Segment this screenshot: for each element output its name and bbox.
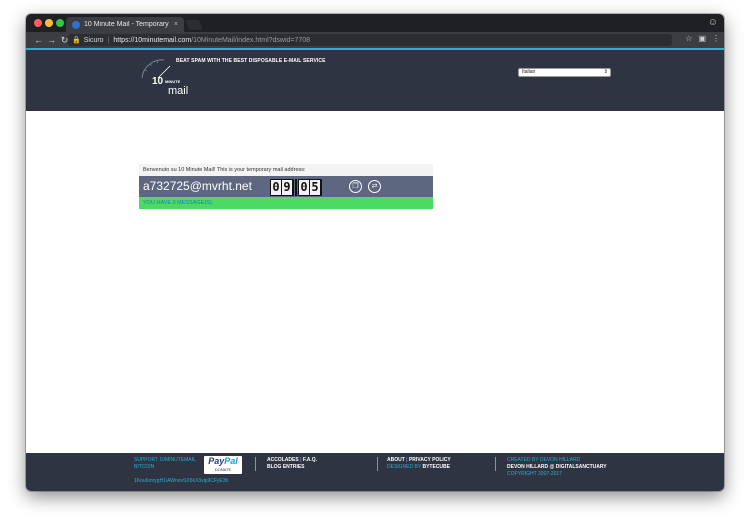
logo-10: 10	[152, 76, 164, 87]
mailbox-panel: Benvenuto su 10 Minute Mail! This is you…	[139, 164, 433, 209]
email-address[interactable]: a732725@mvrht.net	[143, 179, 252, 193]
url-path: /10MinuteMail/index.html?dswid=7708	[191, 36, 311, 44]
maximize-window-button[interactable]	[56, 19, 64, 27]
logo-minute: MINUTE	[165, 79, 181, 84]
footer-support: SUPPORT 10MINUTEMAIL BITCOIN	[134, 457, 196, 471]
browser-tab[interactable]: 10 Minute Mail - Temporary E- ×	[66, 17, 184, 32]
timer-digit: 9	[282, 180, 292, 195]
kebab-menu-icon[interactable]: ⋮	[712, 34, 720, 43]
privacy-policy-link[interactable]: PRIVACY POLICY	[409, 457, 451, 463]
title-bar: 10 Minute Mail - Temporary E- × ☺	[26, 14, 724, 32]
language-select[interactable]: Italian ⇕	[518, 68, 611, 77]
select-arrows-icon: ⇕	[603, 69, 608, 75]
footer-credits: CREATED BY DEVON HILLARD DEVON HILLARD @…	[507, 457, 607, 477]
footer-divider	[255, 457, 256, 471]
created-by-text: CREATED BY DEVON HILLARD	[507, 457, 581, 463]
url-separator: |	[107, 36, 110, 44]
footer-divider	[377, 457, 378, 471]
welcome-text: Benvenuto su 10 Minute Mail! This is you…	[139, 164, 433, 176]
extension-icon[interactable]: ▣	[698, 34, 706, 43]
paypal-donate-button[interactable]: PayPal DONATE	[204, 456, 242, 474]
footer-links-2: ABOUT | PRIVACY POLICY DESIGNED BY BYTEC…	[387, 457, 451, 470]
refresh-time-button[interactable]: ⇄	[368, 180, 381, 193]
timer-digit: 0	[299, 180, 309, 195]
bitcoin-address[interactable]: 1Kou6mrygH1iAWnovSX5kX3vip9CFyE3b	[134, 478, 228, 484]
forward-arrow-icon[interactable]: →	[45, 35, 58, 45]
copyright-text: COPYRIGHT 2007-2017	[507, 471, 562, 477]
footer-divider	[495, 457, 496, 471]
timer-digit: 5	[310, 180, 320, 195]
timer-digit: 0	[271, 180, 281, 195]
favicon-icon	[72, 20, 80, 29]
about-link[interactable]: ABOUT	[387, 457, 405, 463]
devon-hillard-link[interactable]: DEVON HILLARD	[507, 464, 548, 470]
bytecube-link[interactable]: BYTECUBE	[422, 464, 450, 470]
browser-toolbar: ← → ↻ 🔒 Sicuro | https://10minutemail.co…	[26, 32, 724, 48]
countdown-timer: 0 9 0 5	[270, 179, 322, 196]
site-footer: SUPPORT 10MINUTEMAIL BITCOIN PayPal DONA…	[26, 453, 724, 491]
minimize-window-button[interactable]	[45, 19, 53, 27]
toolbar-actions: ☆ ▣ ⋮	[685, 34, 720, 43]
donate-label: DONATE	[214, 467, 232, 472]
digitalsanctuary-link[interactable]: DIGITALSANCTUARY	[556, 464, 607, 470]
footer-links-1: ACCOLADES | F.A.Q. BLOG ENTRIES	[267, 457, 318, 471]
bitcoin-label: BITCOIN	[134, 464, 155, 470]
paypal-logo: PayPal	[208, 456, 238, 466]
secure-label: Sicuro	[83, 36, 104, 44]
timer-minutes: 0 9	[270, 179, 294, 196]
faq-link[interactable]: F.A.Q.	[303, 457, 317, 463]
star-icon[interactable]: ☆	[685, 34, 692, 43]
timer-seconds: 0 5	[298, 179, 322, 196]
url-host: https://10minutemail.com	[113, 36, 192, 44]
close-window-button[interactable]	[34, 19, 42, 27]
site-header: 10 MINUTE mail BEAT SPAM WITH THE BEST D…	[26, 48, 724, 111]
blog-entries-link[interactable]: BLOG ENTRIES	[267, 464, 317, 471]
browser-window: 10 Minute Mail - Temporary E- × ☺ ← → ↻ …	[26, 14, 724, 491]
web-page: 10 MINUTE mail BEAT SPAM WITH THE BEST D…	[26, 48, 724, 491]
timer-separator	[295, 179, 297, 196]
copy-address-button[interactable]: ❐	[349, 180, 362, 193]
back-arrow-icon[interactable]: ←	[32, 35, 45, 45]
email-address-bar: a732725@mvrht.net 0 9 0 5 ❐ ⇄	[139, 176, 433, 197]
new-tab-button[interactable]	[185, 20, 203, 30]
accolades-link[interactable]: ACCOLADES	[267, 457, 299, 463]
incognito-icon: ☺	[707, 17, 718, 28]
designed-by-label: DESIGNED BY	[387, 464, 422, 470]
language-selected-value: Italian	[522, 69, 536, 75]
logo-mail: mail	[168, 85, 188, 96]
lock-icon: 🔒	[72, 37, 81, 44]
messages-count: YOU HAVE 0 MESSAGE(S).	[139, 197, 433, 209]
support-link[interactable]: SUPPORT 10MINUTEMAIL	[134, 457, 196, 464]
tab-close-icon[interactable]: ×	[174, 21, 178, 28]
tab-title: 10 Minute Mail - Temporary E-	[84, 21, 171, 28]
site-tagline: BEAT SPAM WITH THE BEST DISPOSABLE E-MAI…	[176, 58, 326, 64]
address-bar[interactable]: 🔒 Sicuro | https://10minutemail.com /10M…	[68, 34, 672, 46]
